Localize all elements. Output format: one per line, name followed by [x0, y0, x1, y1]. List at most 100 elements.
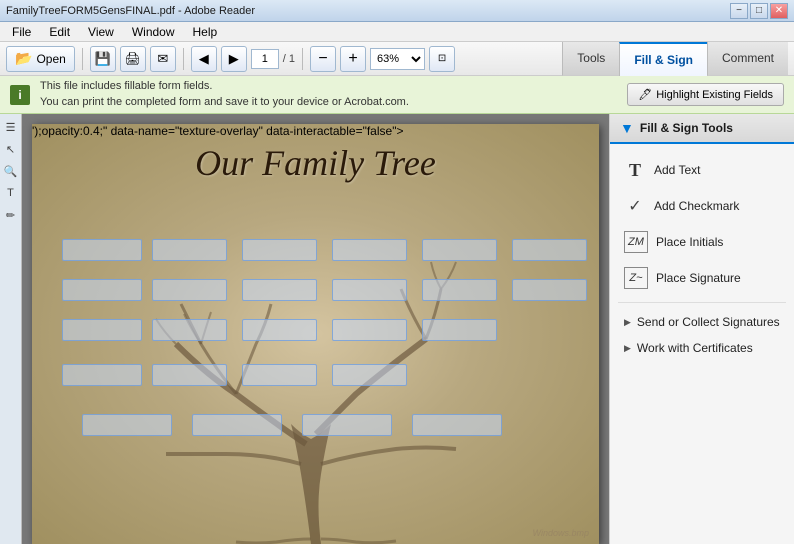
separator: [618, 302, 786, 303]
right-panel-header: ▼ Fill & Sign Tools: [610, 114, 794, 144]
pdf-title: Our Family Tree: [195, 142, 436, 184]
notification-icon: i: [10, 85, 30, 105]
add-text-icon: T: [624, 159, 646, 181]
highlight-icon: 🖊: [638, 88, 652, 101]
menu-edit[interactable]: Edit: [41, 23, 78, 41]
form-field-24[interactable]: [302, 414, 392, 436]
form-field-12[interactable]: [512, 279, 587, 301]
notification-bar: i This file includes fillable form field…: [0, 76, 794, 114]
zoom-in-button[interactable]: +: [340, 46, 366, 72]
initials-icon: ZM: [624, 231, 648, 253]
form-field-19[interactable]: [152, 364, 227, 386]
form-field-17[interactable]: [422, 319, 497, 341]
zoom-selector[interactable]: 63% 100% 150%: [370, 48, 425, 70]
menu-bar: File Edit View Window Help: [0, 22, 794, 42]
tab-tools[interactable]: Tools: [562, 42, 619, 76]
minimize-button[interactable]: −: [730, 3, 748, 19]
place-signature-label: Place Signature: [656, 271, 741, 285]
tab-fill-sign[interactable]: Fill & Sign: [619, 42, 707, 76]
form-field-16[interactable]: [332, 319, 407, 341]
form-field-13[interactable]: [62, 319, 142, 341]
form-field-3[interactable]: [242, 239, 317, 261]
fill-sign-icon: ▼: [620, 120, 634, 136]
fit-page-button[interactable]: ⊡: [429, 46, 455, 72]
form-field-4[interactable]: [332, 239, 407, 261]
window-controls: − □ ✕: [730, 3, 788, 19]
notif-line-2: You can print the completed form and sav…: [40, 95, 617, 110]
form-field-15[interactable]: [242, 319, 317, 341]
form-field-7[interactable]: [62, 279, 142, 301]
zoom-out-button[interactable]: −: [310, 46, 336, 72]
watermark-text: Windows.bmp: [533, 528, 589, 538]
notif-line-1: This file includes fillable form fields.: [40, 79, 617, 94]
add-checkmark-tool[interactable]: ✓ Add Checkmark: [618, 188, 786, 224]
toolbar: 📂 Open 💾 🖨 ✉ ◀ ▶ / 1 − + 63% 100% 150% ⊡…: [0, 42, 794, 76]
checkmark-icon: ✓: [624, 195, 646, 217]
pdf-page: ');opacity:0.4;" data-name="texture-over…: [32, 124, 599, 544]
form-field-14[interactable]: [152, 319, 227, 341]
send-collect-section[interactable]: ▶ Send or Collect Signatures: [618, 309, 786, 335]
form-field-8[interactable]: [152, 279, 227, 301]
form-field-25[interactable]: [412, 414, 502, 436]
form-field-18[interactable]: [62, 364, 142, 386]
window-title: FamilyTreeFORM5GensFINAL.pdf - Adobe Rea…: [6, 5, 255, 17]
open-button[interactable]: 📂 Open: [6, 46, 75, 72]
place-initials-tool[interactable]: ZM Place Initials: [618, 224, 786, 260]
form-field-21[interactable]: [332, 364, 407, 386]
menu-file[interactable]: File: [4, 23, 39, 41]
prev-page-button[interactable]: ◀: [191, 46, 217, 72]
work-certificates-section[interactable]: ▶ Work with Certificates: [618, 335, 786, 361]
email-button[interactable]: ✉: [150, 46, 176, 72]
separator-2: [183, 48, 184, 70]
top-tabs: Tools Fill & Sign Comment: [562, 42, 788, 76]
send-collect-label: Send or Collect Signatures: [637, 315, 780, 329]
form-field-11[interactable]: [422, 279, 497, 301]
form-field-5[interactable]: [422, 239, 497, 261]
signature-icon: Z~: [624, 267, 648, 289]
main-area: ☰ ↖ 🔍 T ✏ ');opacity:0.4;" data-name="te…: [0, 114, 794, 544]
maximize-button[interactable]: □: [750, 3, 768, 19]
form-field-10[interactable]: [332, 279, 407, 301]
menu-help[interactable]: Help: [185, 23, 226, 41]
add-text-tool[interactable]: T Add Text: [618, 152, 786, 188]
title-bar: FamilyTreeFORM5GensFINAL.pdf - Adobe Rea…: [0, 0, 794, 22]
highlight-fields-button[interactable]: 🖊 Highlight Existing Fields: [627, 83, 784, 106]
cursor-tool[interactable]: ↖: [2, 140, 20, 158]
form-field-20[interactable]: [242, 364, 317, 386]
open-label: Open: [36, 52, 65, 66]
form-field-2[interactable]: [152, 239, 227, 261]
arrow-right-icon-2: ▶: [624, 343, 631, 354]
page-number-input[interactable]: [251, 49, 279, 69]
menu-view[interactable]: View: [80, 23, 122, 41]
pdf-viewer: ');opacity:0.4;" data-name="texture-over…: [22, 114, 609, 544]
form-field-6[interactable]: [512, 239, 587, 261]
notification-text: This file includes fillable form fields.…: [40, 79, 617, 110]
add-checkmark-label: Add Checkmark: [654, 199, 739, 213]
place-initials-label: Place Initials: [656, 235, 723, 249]
separator-3: [302, 48, 303, 70]
menu-window[interactable]: Window: [124, 23, 183, 41]
hand-tool[interactable]: ☰: [2, 118, 20, 136]
zoom-tool[interactable]: 🔍: [2, 162, 20, 180]
close-button[interactable]: ✕: [770, 3, 788, 19]
folder-icon: 📂: [15, 50, 32, 67]
right-panel: ▼ Fill & Sign Tools T Add Text ✓ Add Che…: [609, 114, 794, 544]
save-button[interactable]: 💾: [90, 46, 116, 72]
right-panel-title: Fill & Sign Tools: [640, 121, 733, 135]
form-field-23[interactable]: [192, 414, 282, 436]
text-tool[interactable]: T: [2, 184, 20, 202]
form-field-1[interactable]: [62, 239, 142, 261]
place-signature-tool[interactable]: Z~ Place Signature: [618, 260, 786, 296]
add-text-label: Add Text: [654, 163, 700, 177]
form-field-9[interactable]: [242, 279, 317, 301]
highlight-fields-label: Highlight Existing Fields: [656, 89, 773, 101]
next-page-button[interactable]: ▶: [221, 46, 247, 72]
left-sidebar: ☰ ↖ 🔍 T ✏: [0, 114, 22, 544]
annotate-tool[interactable]: ✏: [2, 206, 20, 224]
right-panel-tools: T Add Text ✓ Add Checkmark ZM Place Init…: [610, 144, 794, 369]
work-certificates-label: Work with Certificates: [637, 341, 753, 355]
print-button[interactable]: 🖨: [120, 46, 146, 72]
tab-comment[interactable]: Comment: [707, 42, 788, 76]
form-field-22[interactable]: [82, 414, 172, 436]
page-count: / 1: [283, 53, 295, 65]
